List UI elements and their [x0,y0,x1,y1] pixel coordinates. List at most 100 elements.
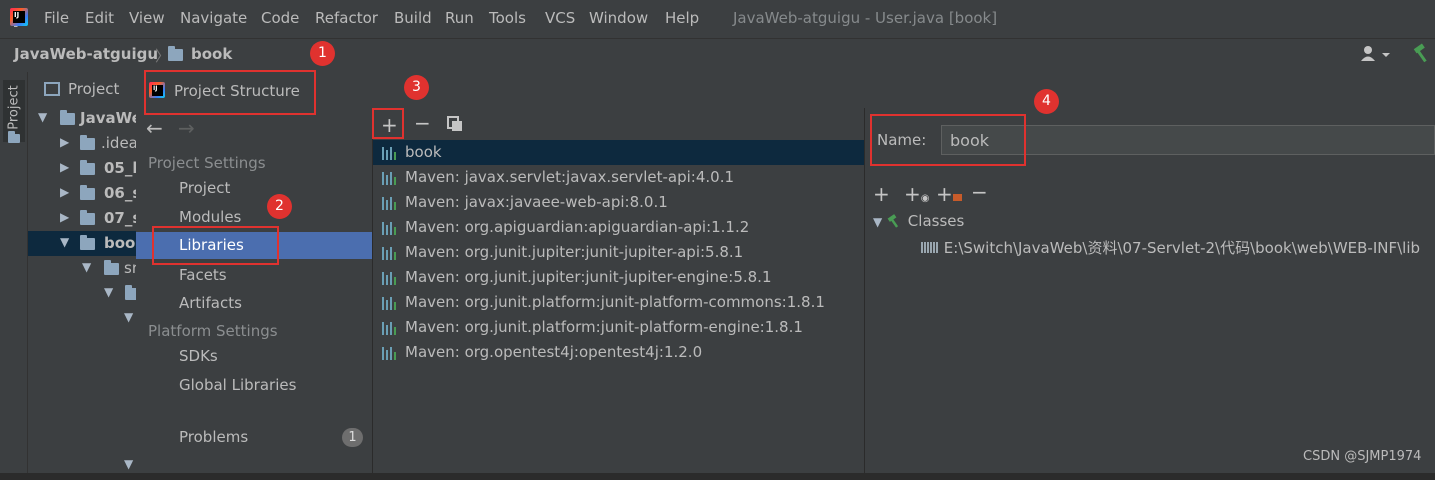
library-name: Maven: org.junit.platform:junit-platform… [405,318,803,336]
classes-path-row[interactable]: E:\Switch\JavaWeb\资料\07-Servlet-2\代码\boo… [921,237,1420,258]
library-name: Maven: org.apiguardian:apiguardian-api:1… [405,218,750,236]
tree-row[interactable]: ▶ .idea [28,131,136,156]
library-name: book [405,143,442,161]
nav-item-problems[interactable]: Problems [136,424,372,451]
project-view-icon [44,82,60,96]
chevron-down-icon: ▼ [104,285,114,299]
add-with-spec-icon[interactable]: +◉ [904,182,930,206]
folder-icon [104,260,119,275]
add-with-folder-icon[interactable]: + [936,182,962,206]
library-list-item[interactable]: Maven: org.junit.platform:junit-platform… [373,290,864,315]
menu-window[interactable]: Window [589,9,648,27]
module-folder-icon [80,160,95,175]
nav-item-project[interactable]: Project [136,175,372,202]
library-icon [382,347,398,360]
library-icon [382,297,398,310]
remove-icon[interactable]: − [414,111,431,135]
menu-run[interactable]: Run [445,9,474,27]
hammer-icon [887,214,903,228]
back-arrow-icon[interactable]: ← [146,116,163,140]
library-icon [382,147,398,160]
annotation-box-4 [870,114,1026,166]
library-icon [382,272,398,285]
section-platform-settings: Platform Settings [148,322,278,340]
nav-item-facets[interactable]: Facets [136,262,372,289]
annotation-box-2 [152,226,279,265]
menu-navigate[interactable]: Navigate [180,9,247,27]
menu-build[interactable]: Build [394,9,432,27]
tree-row-label: sr [124,259,136,277]
tree-row[interactable]: ▼ sr [28,256,136,281]
tree-row[interactable]: ▶ 06_s [28,181,136,206]
menu-code[interactable]: Code [261,9,299,27]
library-list-item[interactable]: book [373,140,864,165]
classes-node[interactable]: ▼ Classes [873,212,964,230]
chevron-down-icon: ▼ [124,457,134,471]
tree-row[interactable]: ▼ [28,306,136,331]
menu-vcs[interactable]: VCS [545,9,575,27]
library-list-item[interactable]: Maven: org.junit.platform:junit-platform… [373,315,864,340]
chevron-right-icon: ▶ [60,185,70,199]
annotation-box-3 [372,108,404,139]
module-folder-icon [80,185,95,200]
chevron-right-icon: ▶ [60,135,70,149]
library-name: Maven: javax.servlet:javax.servlet-api:4… [405,168,735,186]
tree-row[interactable]: ▼ [28,455,136,480]
menu-view[interactable]: View [129,9,165,27]
remove-icon[interactable]: − [971,180,988,204]
library-list-item[interactable]: Maven: org.apiguardian:apiguardian-api:1… [373,215,864,240]
menu-refactor[interactable]: Refactor [315,9,378,27]
tree-row-label: JavaWe [80,109,136,127]
library-icon [382,197,398,210]
menu-file[interactable]: File [44,9,69,27]
menu-edit[interactable]: Edit [85,9,114,27]
annotation-badge-4: 4 [1034,89,1059,114]
library-list-item[interactable]: Maven: javax:javaee-web-api:8.0.1 [373,190,864,215]
intellij-logo-icon: IJ _ [10,8,28,27]
tree-row-label: boo [104,234,136,252]
tree-row[interactable]: ▼ boo [28,231,136,256]
project-tool-label: Project [6,85,22,130]
tree-row[interactable]: ▼ JavaWe [28,106,136,131]
menu-help[interactable]: Help [665,9,699,27]
library-name: Maven: org.junit.jupiter:junit-jupiter-a… [405,243,744,261]
module-folder-icon [168,46,183,61]
project-panel-title[interactable]: Project [68,80,119,98]
chevron-right-icon: ▶ [60,210,70,224]
user-icon[interactable] [1359,44,1393,64]
dialog-title-bar[interactable] [136,72,1435,109]
nav-item-global-libraries[interactable]: Global Libraries [136,372,372,399]
folder-icon [8,131,20,143]
tree-row-label: 05_b [104,159,136,177]
library-list-item[interactable]: Maven: org.opentest4j:opentest4j:1.2.0 [373,340,864,365]
library-name: Maven: javax:javaee-web-api:8.0.1 [405,193,668,211]
chevron-down-icon: ▼ [124,310,134,324]
tree-row-label: 06_s [104,184,136,202]
library-list-item[interactable]: Maven: javax.servlet:javax.servlet-api:4… [373,165,864,190]
problems-count-badge: 1 [342,428,363,447]
tree-row-label: 07_s [104,209,136,227]
library-list-item[interactable]: Maven: org.junit.jupiter:junit-jupiter-a… [373,240,864,265]
library-name: Maven: org.junit.jupiter:junit-jupiter-e… [405,268,772,286]
breadcrumb-project[interactable]: JavaWeb-atguigu [14,45,158,63]
tree-row[interactable]: ▶ 05_b [28,156,136,181]
chevron-down-icon: ▼ [82,260,92,274]
library-list-item[interactable]: Maven: org.junit.jupiter:junit-jupiter-e… [373,265,864,290]
forward-arrow-icon[interactable]: → [178,116,195,140]
hammer-icon[interactable] [1412,42,1432,64]
add-icon[interactable]: + [873,182,890,206]
copy-icon[interactable] [447,116,463,132]
tree-row[interactable]: ▶ 07_s [28,206,136,231]
menu-tools[interactable]: Tools [489,9,526,27]
annotation-box-1 [144,70,316,115]
classes-label: Classes [907,212,965,230]
folder-icon [125,285,136,300]
module-folder-icon [80,210,95,225]
nav-item-artifacts[interactable]: Artifacts [136,290,372,317]
folder-icon [80,135,95,150]
breadcrumb-module[interactable]: book [191,45,232,63]
classes-path: E:\Switch\JavaWeb\资料\07-Servlet-2\代码\boo… [943,239,1421,257]
tree-row[interactable]: ▼ [28,281,136,306]
nav-item-sdks[interactable]: SDKs [136,343,372,370]
library-icon [382,322,398,335]
